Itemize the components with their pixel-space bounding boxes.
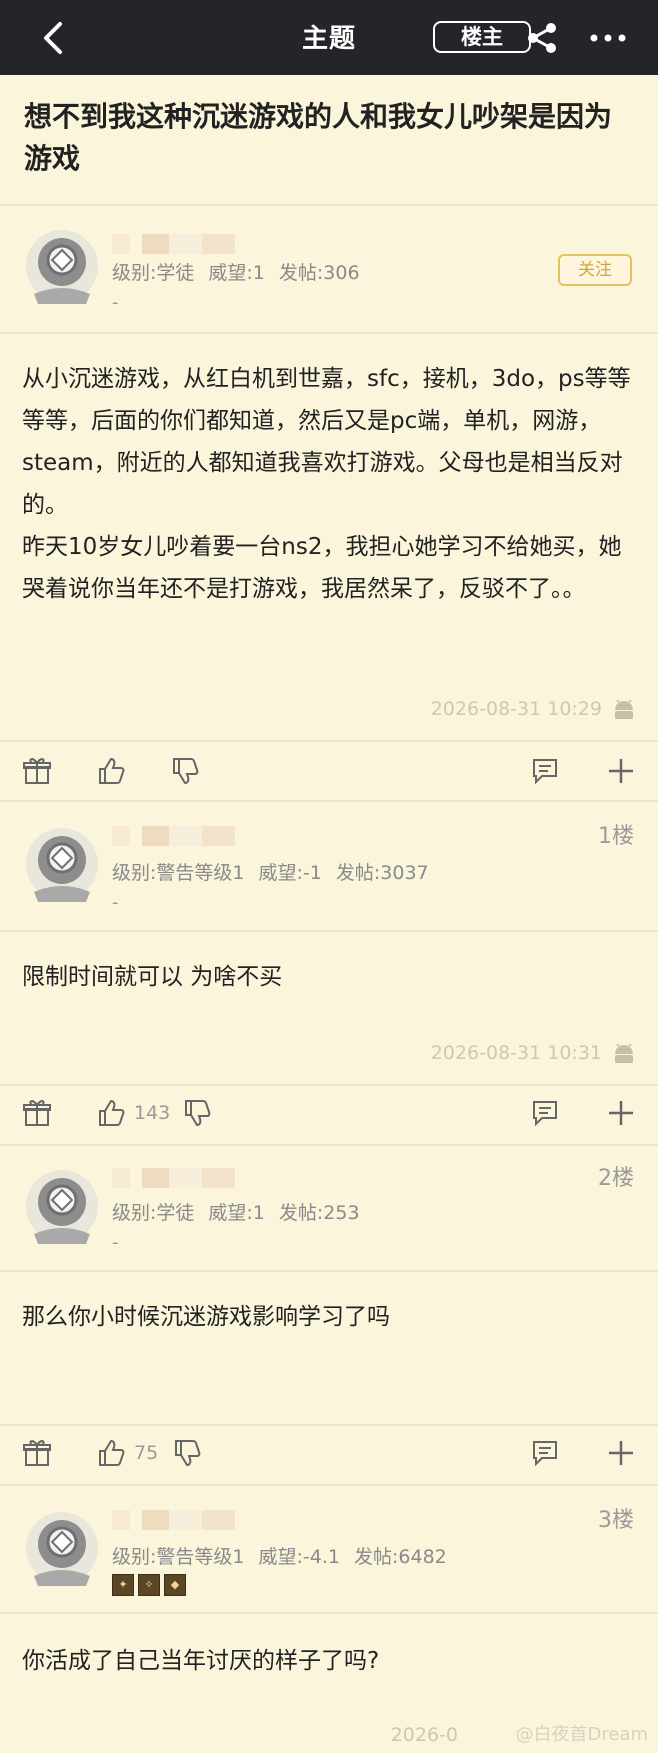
top-bar: 主题 楼主 [0, 0, 658, 75]
divider [0, 800, 658, 802]
user-signature: - [112, 292, 119, 313]
user-meta: 级别:学徒 威望:1 发帖:253 [112, 1198, 374, 1225]
user-prestige: 威望:-4.1 [258, 1546, 340, 1568]
android-icon [612, 699, 636, 722]
avatar-diver-helmet-icon[interactable] [22, 1510, 102, 1590]
user-post-count: 发帖:3037 [335, 862, 429, 884]
username-blurred[interactable] [112, 1510, 262, 1530]
user-level: 级别:警告等级1 [112, 1546, 245, 1568]
comment-icon[interactable] [530, 1098, 560, 1128]
username-blurred[interactable] [112, 1168, 262, 1188]
divider [0, 332, 658, 334]
comment-icon[interactable] [530, 756, 560, 786]
plus-icon[interactable] [606, 756, 636, 786]
post-action-bar: 75 [0, 1428, 658, 1478]
avatar-diver-helmet-icon[interactable] [22, 1168, 102, 1248]
avatar-diver-helmet-icon[interactable] [22, 228, 102, 308]
thread-title: 想不到我这种沉迷游戏的人和我女儿吵架是因为游戏 [24, 100, 613, 175]
post-action-bar: 143 [0, 1088, 658, 1138]
user-meta: 级别:警告等级1 威望:-4.1 发帖:6482 [112, 1542, 461, 1569]
watermark: @白夜首Dream [515, 1724, 648, 1745]
post-action-bar [0, 746, 658, 796]
user-post-count: 发帖:306 [278, 262, 360, 284]
post-content: 限制时间就可以 为啥不买 [22, 964, 283, 990]
divider [0, 1424, 658, 1426]
divider [0, 740, 658, 742]
user-signature: - [112, 892, 119, 913]
divider [0, 1084, 658, 1086]
divider [0, 930, 658, 932]
share-icon[interactable] [524, 20, 560, 56]
divider [0, 1270, 658, 1272]
more-icon[interactable] [586, 20, 630, 56]
user-signature: - [112, 1232, 119, 1253]
plus-icon[interactable] [606, 1438, 636, 1468]
floor-number: 2楼 [598, 1166, 634, 1191]
comment-icon[interactable] [530, 1438, 560, 1468]
divider [0, 204, 658, 206]
gift-icon[interactable] [22, 1438, 52, 1468]
user-meta: 级别:学徒 威望:1 发帖:306 [112, 258, 374, 285]
medal-badge-icon[interactable]: ✧ [138, 1574, 160, 1596]
android-icon [612, 1043, 636, 1066]
user-prestige: 威望:-1 [258, 862, 322, 884]
divider [0, 1484, 658, 1486]
post-content: 你活成了自己当年讨厌的样子了吗? [22, 1648, 380, 1674]
user-post-count: 发帖:6482 [353, 1546, 447, 1568]
dislike-icon[interactable] [182, 1098, 212, 1128]
post-content: 从小沉迷游戏，从红白机到世嘉，sfc，接机，3do，ps等等等等，后面的你们都知… [22, 366, 631, 602]
user-level: 级别:警告等级1 [112, 862, 245, 884]
like-count: 75 [134, 1442, 159, 1464]
user-post-count: 发帖:253 [278, 1202, 360, 1224]
user-level: 级别:学徒 [112, 262, 195, 284]
post-timestamp: 2026-08-31 10:29 [430, 698, 602, 720]
user-prestige: 威望:1 [208, 1202, 265, 1224]
floor-number: 1楼 [598, 824, 634, 849]
gift-icon[interactable] [22, 1098, 52, 1128]
follow-button[interactable]: 关注 [558, 254, 632, 286]
dislike-icon[interactable] [172, 1438, 202, 1468]
medal-badge-icon[interactable]: ✦ [112, 1574, 134, 1596]
divider [0, 1612, 658, 1614]
post-content: 那么你小时候沉迷游戏影响学习了吗 [22, 1304, 390, 1330]
dislike-icon[interactable] [170, 756, 200, 786]
username-blurred[interactable] [112, 826, 262, 846]
like-icon[interactable] [96, 1438, 126, 1468]
username-blurred[interactable] [112, 234, 262, 254]
user-prestige: 威望:1 [208, 262, 265, 284]
divider [0, 1144, 658, 1146]
like-icon[interactable] [96, 756, 126, 786]
owner-only-button[interactable]: 楼主 [433, 21, 531, 53]
post-timestamp: 2026-0 [390, 1724, 458, 1746]
medal-badge-icon[interactable]: ◆ [164, 1574, 186, 1596]
avatar-diver-helmet-icon[interactable] [22, 826, 102, 906]
like-count: 143 [134, 1102, 171, 1124]
user-badges: ✦ ✧ ◆ [112, 1574, 186, 1596]
gift-icon[interactable] [22, 756, 52, 786]
floor-number: 3楼 [598, 1508, 634, 1533]
user-level: 级别:学徒 [112, 1202, 195, 1224]
plus-icon[interactable] [606, 1098, 636, 1128]
like-icon[interactable] [96, 1098, 126, 1128]
post-timestamp: 2026-08-31 10:31 [430, 1042, 602, 1064]
user-meta: 级别:警告等级1 威望:-1 发帖:3037 [112, 858, 443, 885]
